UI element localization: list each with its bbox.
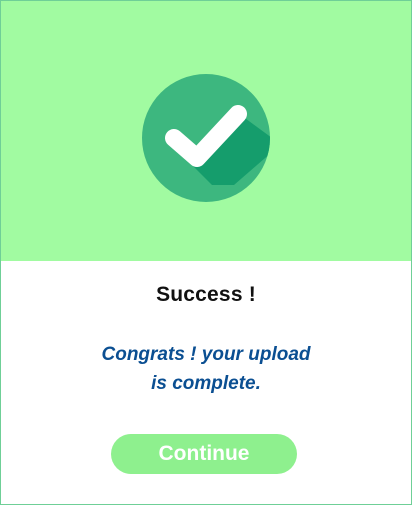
continue-button[interactable]: Continue [111,434,297,474]
message-line-2: is complete. [151,373,261,394]
hero-banner [1,1,411,261]
message-line-1: Congrats ! your upload [101,344,311,365]
dialog-message: Congrats ! your upload is complete. [1,340,411,398]
check-circle-icon [142,74,270,202]
success-dialog: Success ! Congrats ! your upload is comp… [0,0,412,505]
dialog-title: Success ! [156,283,256,306]
